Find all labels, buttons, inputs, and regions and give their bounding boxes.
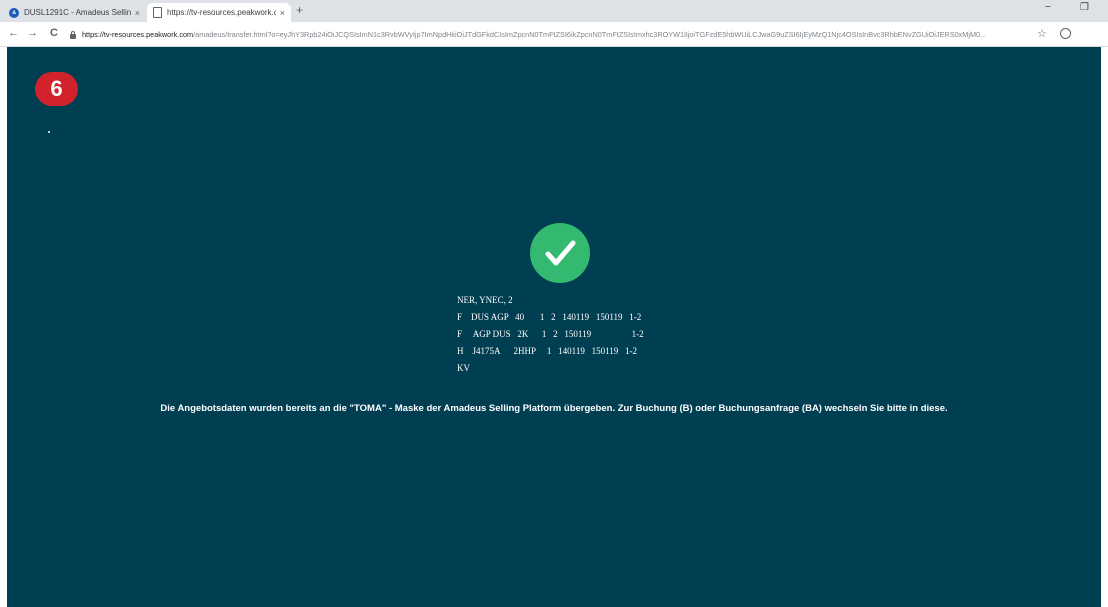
page-content: 6 NER, YNEC, 2 F DUS AGP 40 1 2 140119 1…: [7, 47, 1101, 607]
page-icon: [153, 7, 162, 18]
forward-button[interactable]: →: [27, 27, 38, 39]
reload-button[interactable]: C: [50, 27, 58, 39]
close-icon[interactable]: ×: [280, 8, 285, 18]
booking-line: H J4175A 2HHP 1 140119 150119 1-2: [457, 346, 638, 356]
url-path: /amadeus/transfer.html?o=eyJhY3Rpb24iOiJ…: [193, 30, 987, 39]
tab-title: DUSL1291C - Amadeus Selling Pl: [24, 8, 131, 17]
booking-data: NER, YNEC, 2 F DUS AGP 40 1 2 140119 150…: [457, 292, 644, 377]
minimize-button[interactable]: −: [1045, 2, 1051, 13]
back-button[interactable]: ←: [8, 27, 19, 39]
booking-line: NER, YNEC, 2: [457, 295, 513, 305]
tab-bar: a DUSL1291C - Amadeus Selling Pl × https…: [0, 0, 1108, 22]
lock-icon: [70, 30, 76, 39]
restore-button[interactable]: ❐: [1080, 2, 1089, 13]
url-host: https://tv-resources.peakwork.com: [82, 30, 194, 39]
tab-peakwork-transfer[interactable]: https://tv-resources.peakwork.co ×: [147, 3, 291, 22]
new-tab-button[interactable]: +: [296, 3, 303, 17]
bookmark-star-icon[interactable]: ☆: [1037, 27, 1047, 40]
tab-amadeus-selling-platform[interactable]: a DUSL1291C - Amadeus Selling Pl ×: [3, 3, 146, 22]
browser-toolbar: ← → C https://tv-resources.peakwork.com /…: [0, 22, 1108, 47]
bullet-dot: [48, 131, 50, 133]
booking-line: KV: [457, 363, 470, 373]
transfer-message: Die Angebotsdaten wurden bereits an die …: [160, 403, 948, 414]
check-icon: [530, 223, 590, 283]
booking-line: F DUS AGP 40 1 2 140119 150119 1-2: [457, 312, 642, 322]
step-badge: 6: [35, 72, 78, 106]
booking-line: F AGP DUS 2K 1 2 150119 1-2: [457, 329, 644, 339]
amadeus-icon: a: [9, 7, 19, 18]
profile-icon[interactable]: [1060, 28, 1071, 39]
address-bar[interactable]: https://tv-resources.peakwork.com/amadeu…: [70, 26, 1030, 43]
tab-title: https://tv-resources.peakwork.co: [167, 8, 276, 17]
close-icon[interactable]: ×: [135, 8, 140, 18]
